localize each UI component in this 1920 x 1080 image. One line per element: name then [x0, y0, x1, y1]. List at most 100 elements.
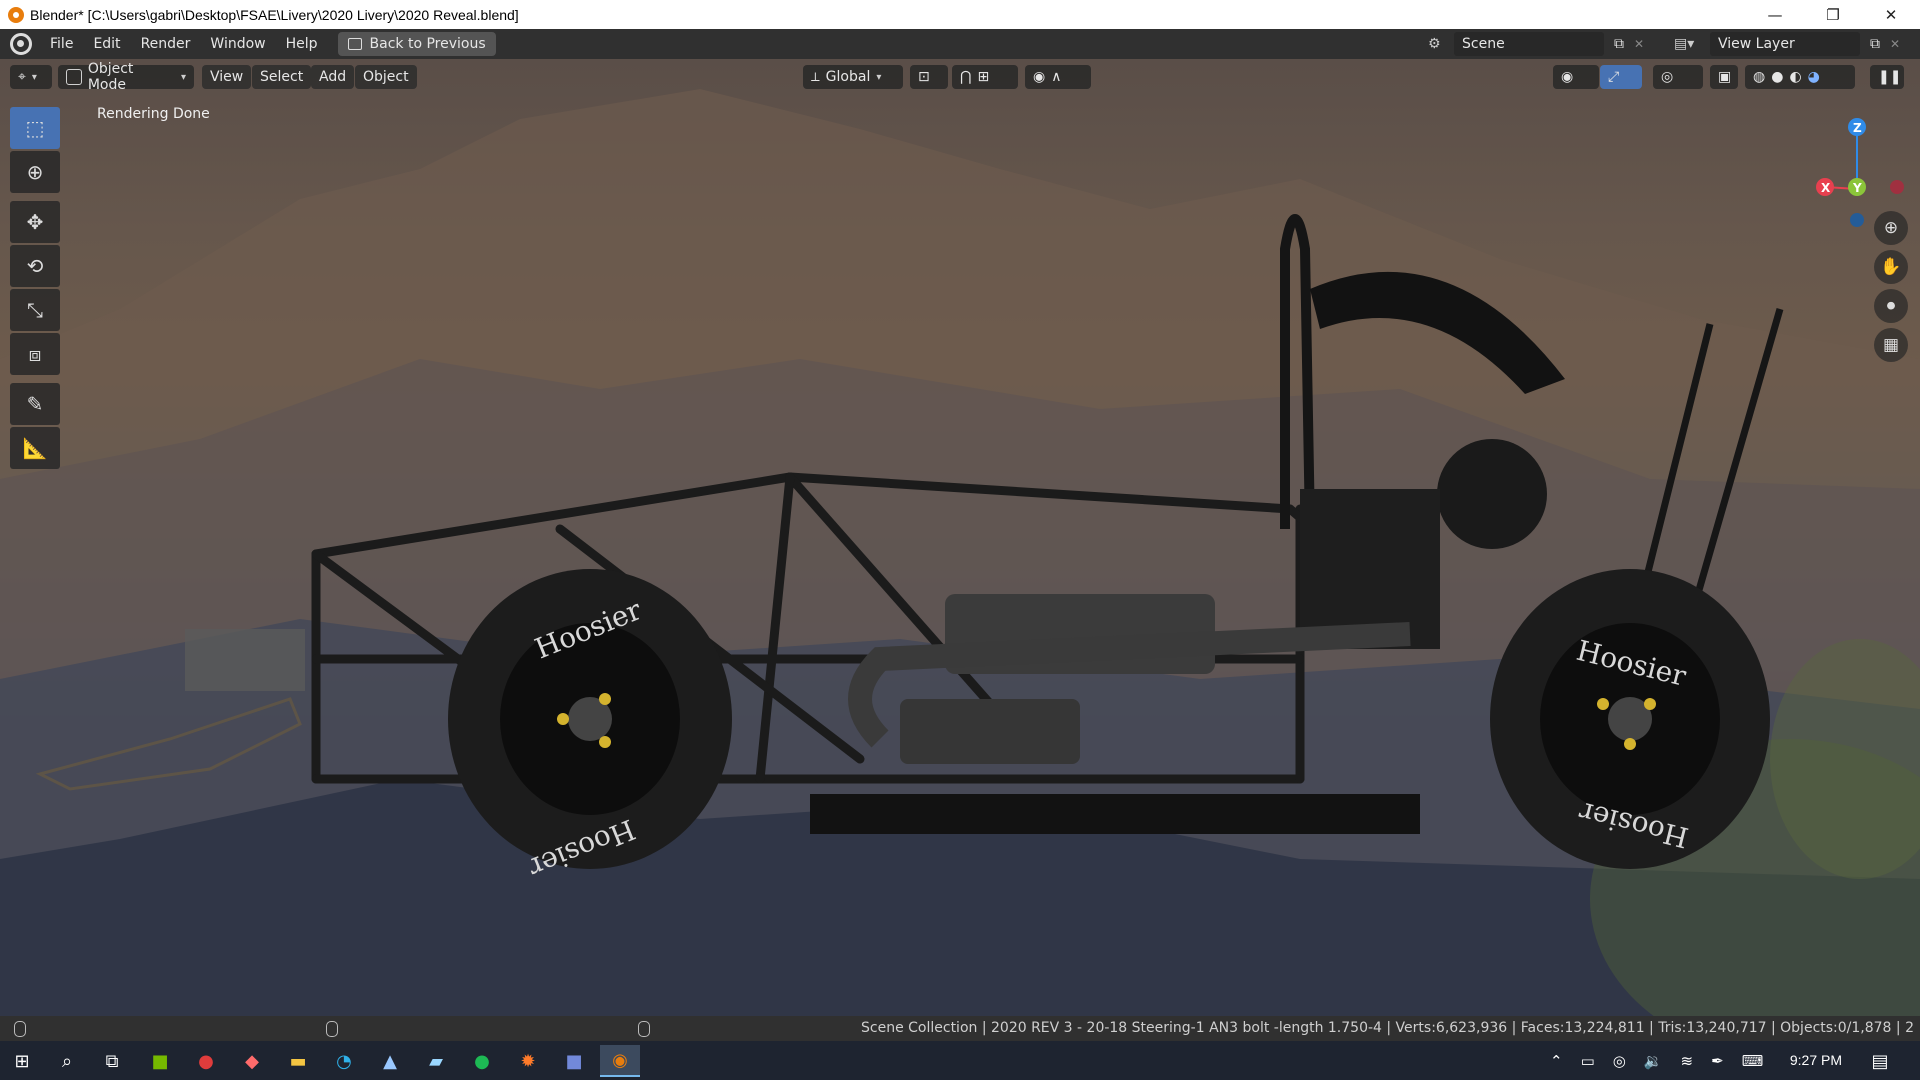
svg-text:Y: Y	[1852, 181, 1862, 195]
rendered-shading-icon[interactable]: ◕	[1808, 69, 1820, 85]
scene-name-field[interactable]: Scene	[1454, 32, 1604, 56]
wifi-icon[interactable]: ≋	[1681, 1052, 1694, 1070]
taskbar-blender[interactable]: ◉	[600, 1045, 640, 1077]
transform-orientation-dropdown[interactable]: ⟂ Global ▾	[803, 65, 903, 89]
spotify-icon: ●	[474, 1050, 490, 1072]
search-button[interactable]: ⌕	[47, 1045, 87, 1077]
menu-render[interactable]: Render	[131, 32, 201, 56]
view-layer-field[interactable]: View Layer	[1710, 32, 1860, 56]
svg-text:Z: Z	[1853, 121, 1862, 135]
keyboard-icon[interactable]: ⌨	[1742, 1052, 1764, 1070]
scene-selector[interactable]: ⚙ Scene ⧉ ✕	[1428, 32, 1658, 56]
browser-icon: ◆	[245, 1050, 259, 1072]
windows-taskbar: ⊞ ⌕ ⧉ ■ ● ◆ ▬ ◔ ▲ ▰ ● ✹ ■ ◉ ⌃ ▭ ◎ 🔉 ≋ ✒ …	[0, 1041, 1920, 1080]
object-mode-icon	[66, 69, 82, 85]
measure-tool[interactable]: 📐	[10, 427, 60, 469]
editor-type-button[interactable]: ⌖ ▾	[10, 65, 52, 89]
annotate-tool[interactable]: ✎	[10, 383, 60, 425]
taskbar-app-red[interactable]: ●	[186, 1045, 226, 1077]
blender-logo-icon[interactable]	[10, 33, 32, 55]
chrome-tray-icon[interactable]: ◎	[1613, 1052, 1626, 1070]
taskbar-edge[interactable]: ◔	[324, 1045, 364, 1077]
visibility-dropdown[interactable]: ◉	[1553, 65, 1599, 89]
menu-help[interactable]: Help	[276, 32, 328, 56]
menu-file[interactable]: File	[40, 32, 83, 56]
menu-window[interactable]: Window	[200, 32, 275, 56]
taskbar-app-browser[interactable]: ◆	[232, 1045, 272, 1077]
gizmo-toggle[interactable]: ⤢	[1600, 65, 1642, 89]
back-to-previous-button[interactable]: Back to Previous	[337, 32, 496, 56]
solid-shading-icon[interactable]: ●	[1771, 69, 1783, 85]
close-button[interactable]: ✕	[1862, 0, 1920, 29]
taskbar-discord[interactable]: ■	[554, 1045, 594, 1077]
delete-scene-icon[interactable]: ✕	[1634, 37, 1644, 51]
new-view-layer-icon[interactable]: ⧉	[1870, 36, 1880, 52]
xray-icon: ▣	[1718, 69, 1732, 85]
overlays-toggle[interactable]: ◎	[1653, 65, 1703, 89]
delete-view-layer-icon[interactable]: ✕	[1890, 37, 1900, 51]
editor-type-icon: ⌖	[18, 69, 26, 85]
system-tray: ⌃ ▭ ◎ 🔉 ≋ ✒ ⌨	[1550, 1041, 1763, 1080]
taskbar-nvidia[interactable]: ■	[140, 1045, 180, 1077]
battery-icon[interactable]: ▭	[1581, 1052, 1595, 1070]
object-menu[interactable]: Object	[355, 65, 417, 89]
material-shading-icon[interactable]: ◐	[1789, 69, 1801, 85]
action-center-button[interactable]: ▤	[1860, 1045, 1900, 1077]
svg-text:X: X	[1821, 181, 1831, 195]
view-layer-selector[interactable]: ▤▾ View Layer ⧉ ✕	[1674, 32, 1914, 56]
new-scene-icon[interactable]: ⧉	[1614, 36, 1624, 52]
red-app-icon: ●	[198, 1050, 214, 1072]
select-box-tool[interactable]: ⬚	[10, 107, 60, 149]
cursor-tool[interactable]: ⊕	[10, 151, 60, 193]
task-view-button[interactable]: ⧉	[92, 1045, 132, 1077]
move-tool[interactable]: ✥	[10, 201, 60, 243]
start-button[interactable]: ⊞	[2, 1045, 42, 1077]
scale-icon: ⤡	[27, 298, 43, 322]
photos-icon: ▲	[383, 1050, 397, 1072]
minimize-button[interactable]: —	[1746, 0, 1804, 29]
pivot-icon: ⊡	[918, 69, 930, 85]
volume-icon[interactable]: 🔉	[1644, 1052, 1663, 1070]
xray-toggle[interactable]: ▣	[1710, 65, 1738, 89]
3d-viewport[interactable]: Hoosier Hoosier Hoosier Hoosier ⌖ ▾ Objec…	[0, 59, 1920, 1016]
notepad-icon: ▰	[429, 1050, 443, 1072]
camera-icon: ⏺	[1886, 296, 1896, 316]
taskbar-notepad[interactable]: ▰	[416, 1045, 456, 1077]
select-menu[interactable]: Select	[252, 65, 312, 89]
taskbar-bandicam[interactable]: ✹	[508, 1045, 548, 1077]
folder-icon: ▬	[289, 1050, 307, 1072]
tray-overflow-icon[interactable]: ⌃	[1550, 1052, 1563, 1070]
object-mode-dropdown[interactable]: Object Mode ▾	[58, 61, 194, 93]
pen-icon[interactable]: ✒	[1711, 1052, 1724, 1070]
grid-icon: ▦	[1882, 335, 1900, 355]
menu-edit[interactable]: Edit	[83, 32, 130, 56]
move-icon: ✥	[26, 210, 44, 234]
scene-statistics: Scene Collection | 2020 REV 3 - 20-18 St…	[861, 1020, 1914, 1036]
cursor-icon: ⊕	[26, 160, 44, 184]
perspective-toggle-button[interactable]: ▦	[1874, 328, 1908, 362]
taskbar-clock[interactable]: 9:27 PM	[1790, 1052, 1842, 1068]
taskbar-photos[interactable]: ▲	[370, 1045, 410, 1077]
magnet-icon: ⋂	[960, 69, 972, 85]
view-menu[interactable]: View	[202, 65, 252, 89]
transform-tool[interactable]: ⧈	[10, 333, 60, 375]
notification-icon: ▤	[1871, 1050, 1889, 1072]
scale-tool[interactable]: ⤡	[10, 289, 60, 331]
overlays-icon: ◎	[1661, 69, 1674, 85]
proportional-editing-toggle[interactable]: ◉ ∧	[1025, 65, 1091, 89]
shading-modes[interactable]: ◍ ● ◐ ◕	[1745, 65, 1855, 89]
zoom-button[interactable]: ⊕	[1874, 211, 1908, 245]
mouse-right-icon	[638, 1021, 650, 1037]
camera-view-button[interactable]: ⏺	[1874, 289, 1908, 323]
taskbar-spotify[interactable]: ●	[462, 1045, 502, 1077]
snap-toggle[interactable]: ⋂ ⊞	[952, 65, 1018, 89]
sidebar-toggle[interactable]: ❚❚	[1870, 65, 1904, 89]
add-menu[interactable]: Add	[311, 65, 355, 89]
maximize-button[interactable]: ❐	[1804, 0, 1862, 29]
pivot-point-dropdown[interactable]: ⊡	[910, 65, 948, 89]
hand-icon: ✋	[1880, 257, 1902, 277]
taskbar-file-explorer[interactable]: ▬	[278, 1045, 318, 1077]
pan-button[interactable]: ✋	[1874, 250, 1908, 284]
rotate-tool[interactable]: ⟲	[10, 245, 60, 287]
wireframe-shading-icon[interactable]: ◍	[1753, 69, 1765, 85]
